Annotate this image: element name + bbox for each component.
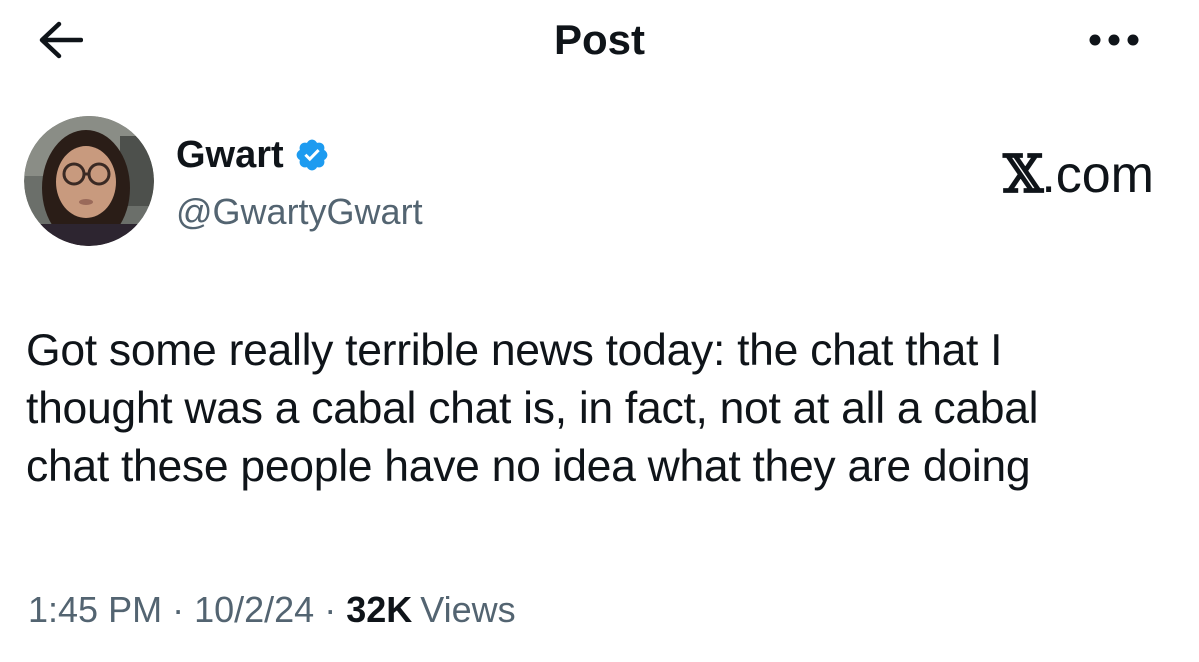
post-date[interactable]: 10/2/24 <box>194 586 314 634</box>
x-com-watermark: 𝕏.com <box>1003 145 1154 205</box>
avatar[interactable] <box>24 116 154 246</box>
watermark-suffix: .com <box>1041 146 1154 204</box>
author-name-row: Gwart <box>176 130 330 180</box>
back-button[interactable] <box>30 18 90 66</box>
post-text: Got some really terrible news today: the… <box>26 326 1039 491</box>
watermark-x-mark: 𝕏 <box>1002 144 1043 205</box>
post-meta: 1:45 PM · 10/2/24 · 32K Views <box>28 586 516 634</box>
meta-separator: · <box>172 589 185 630</box>
verified-badge-icon[interactable] <box>294 137 330 173</box>
views-link[interactable]: 32K Views <box>346 586 515 634</box>
meta-separator: · <box>324 589 337 630</box>
author-handle[interactable]: @GwartyGwart <box>176 190 423 234</box>
author-name[interactable]: Gwart <box>176 132 284 178</box>
avatar-photo-icon <box>24 116 154 246</box>
post-time[interactable]: 1:45 PM <box>28 586 162 634</box>
more-horizontal-icon <box>1088 33 1140 52</box>
more-button[interactable] <box>1079 20 1149 64</box>
post-page: Post Gwart @GwartyGwart 𝕏.com Got some r… <box>0 0 1199 662</box>
page-title: Post <box>553 16 645 63</box>
arrow-left-icon <box>37 20 84 65</box>
views-label: Views <box>420 589 516 630</box>
views-count: 32K <box>346 589 413 630</box>
